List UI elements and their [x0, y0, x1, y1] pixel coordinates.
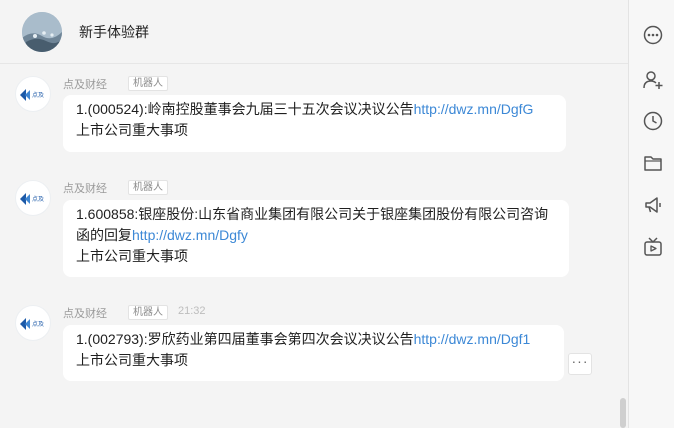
message-text: 函的回复: [76, 227, 132, 243]
message-line: 1.600858:银座股份:山东省商业集团有限公司关于银座集团股份有限公司咨询: [76, 206, 549, 222]
scrollbar-track[interactable]: [619, 64, 627, 428]
announcement-icon[interactable]: [642, 194, 664, 216]
bot-badge: 机器人: [128, 305, 168, 320]
bot-badge: 机器人: [128, 180, 168, 195]
message-bubble[interactable]: 1.(000524):岭南控股董事会九届三十五次会议决议公告http://dwz…: [63, 95, 566, 152]
bot-avatar[interactable]: 点及: [15, 305, 51, 341]
dianji-logo-icon: 点及: [20, 193, 45, 205]
svg-text:点及: 点及: [32, 91, 44, 99]
message-text: 1.(002793):罗欣药业第四届董事会第四次会议决议公告: [76, 331, 414, 347]
scrollbar-thumb[interactable]: [620, 398, 626, 428]
chat-header: 新手体验群: [0, 0, 628, 64]
message-line: 函的回复http://dwz.mn/Dgfy: [76, 225, 557, 246]
message-text: 1.(000524):岭南控股董事会九届三十五次会议决议公告: [76, 101, 414, 117]
folder-icon[interactable]: [642, 152, 664, 174]
message-category: 上市公司重大事项: [76, 122, 188, 138]
message-time: 21:32: [178, 305, 206, 317]
bot-badge: 机器人: [128, 76, 168, 91]
message-more-button[interactable]: ···: [568, 353, 592, 375]
svg-text:点及: 点及: [32, 320, 44, 328]
message-bubble[interactable]: 1.600858:银座股份:山东省商业集团有限公司关于银座集团股份有限公司咨询 …: [63, 200, 569, 277]
sender-name: 点及财经: [63, 183, 107, 195]
bot-avatar[interactable]: 点及: [15, 76, 51, 112]
message-category: 上市公司重大事项: [76, 352, 188, 368]
add-member-icon[interactable]: [642, 69, 664, 91]
message-list: 点及 点及财经 机器人 1.(000524):岭南控股董事会九届三十五次会议决议…: [0, 64, 628, 428]
message-link[interactable]: http://dwz.mn/Dgfy: [132, 227, 248, 243]
history-clock-icon[interactable]: [642, 110, 664, 132]
sender-name: 点及财经: [63, 308, 107, 320]
group-avatar[interactable]: [22, 12, 62, 52]
message-line: 1.(000524):岭南控股董事会九届三十五次会议决议公告http://dwz…: [76, 99, 554, 120]
message-link[interactable]: http://dwz.mn/Dgf1: [414, 331, 531, 347]
live-tv-icon[interactable]: [642, 236, 664, 258]
dianji-logo-icon: 点及: [20, 318, 45, 330]
message-category: 上市公司重大事项: [76, 248, 188, 264]
more-options-icon[interactable]: [642, 24, 664, 46]
group-title: 新手体验群: [79, 24, 149, 40]
bot-avatar[interactable]: 点及: [15, 180, 51, 216]
dianji-logo-icon: 点及: [20, 89, 45, 101]
svg-text:点及: 点及: [32, 195, 44, 203]
message-bubble[interactable]: 1.(002793):罗欣药业第四届董事会第四次会议决议公告http://dwz…: [63, 325, 564, 381]
sender-name: 点及财经: [63, 79, 107, 91]
right-sidebar: [628, 0, 674, 428]
message-line: 1.(002793):罗欣药业第四届董事会第四次会议决议公告http://dwz…: [76, 329, 552, 350]
message-link[interactable]: http://dwz.mn/DgfG: [414, 101, 534, 117]
